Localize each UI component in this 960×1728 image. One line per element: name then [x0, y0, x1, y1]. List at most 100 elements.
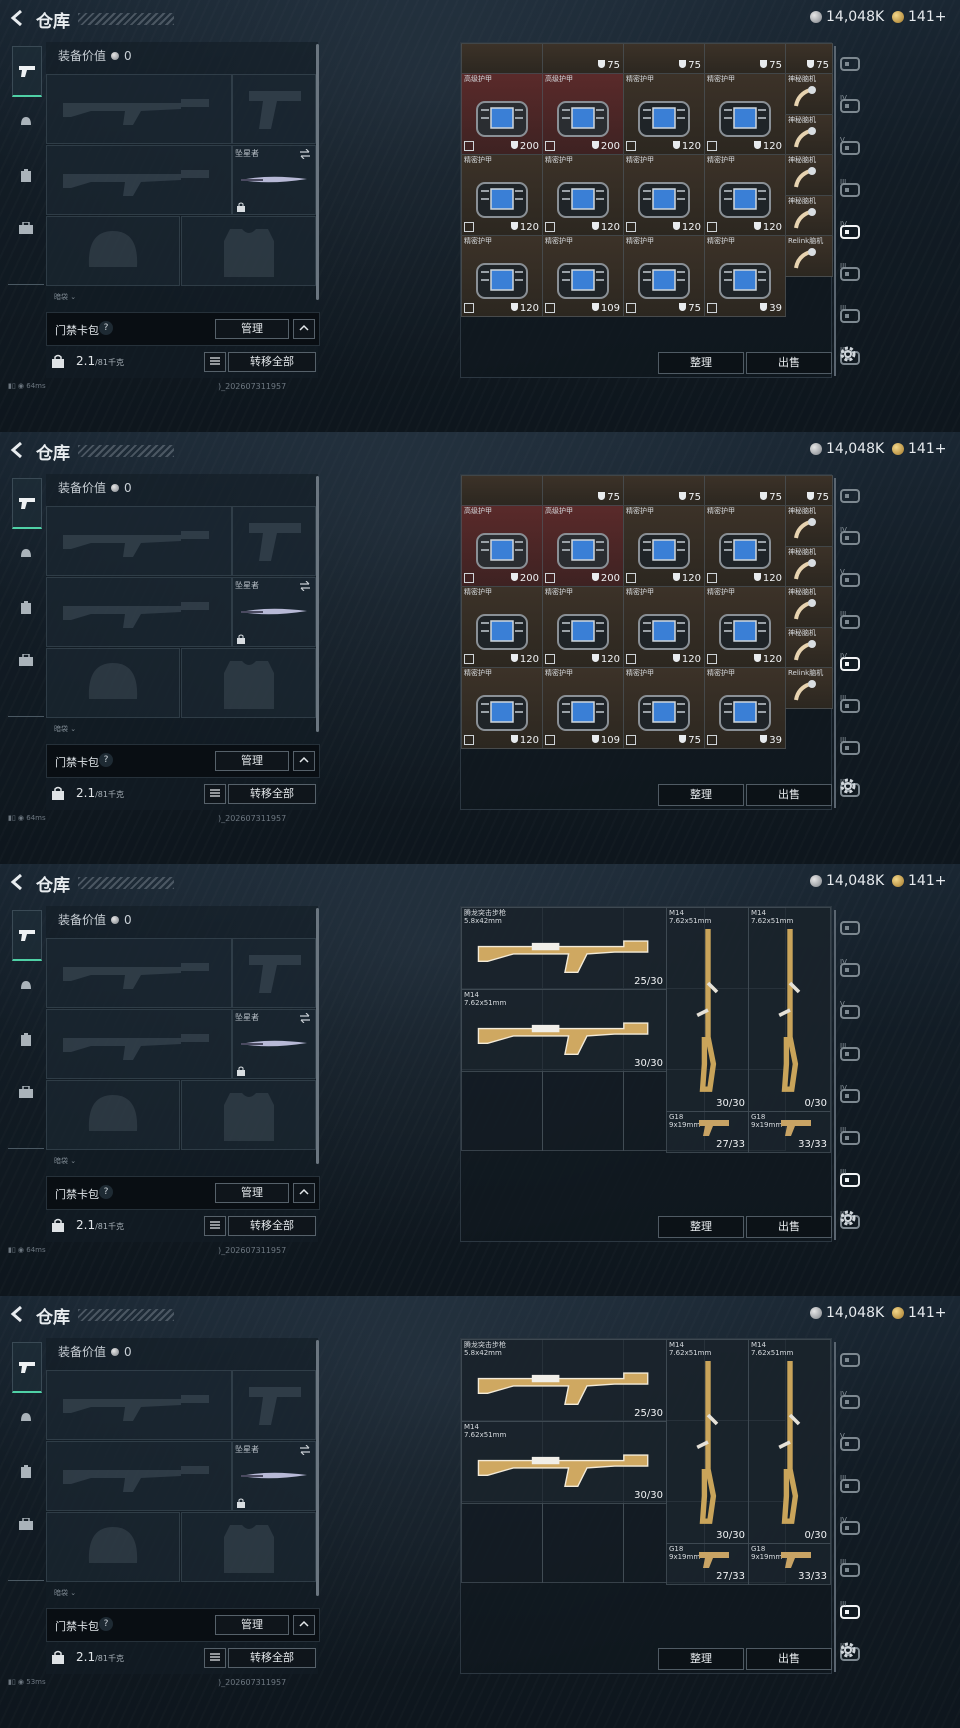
stash-tab-2[interactable]: IV [840, 1390, 860, 1412]
gear-icon[interactable] [838, 344, 858, 364]
armor-item[interactable]: 精密护甲 39 [704, 235, 786, 317]
brain-chip-item[interactable]: 神秘脑机 [785, 154, 833, 196]
nav-backpack[interactable] [12, 646, 40, 674]
weapon-item[interactable]: 腾龙突击步枪 5.8x42mm 25/30 [461, 907, 667, 990]
armor-item[interactable]: 精密护甲 120 [623, 73, 705, 155]
empty-stash-cell[interactable] [461, 1069, 543, 1151]
swap-icon[interactable] [299, 1013, 311, 1023]
brain-chip-item[interactable]: Relink脑机 [785, 235, 833, 277]
collapse-button[interactable] [293, 751, 315, 771]
stash-tab-7[interactable]: III [840, 1600, 860, 1622]
weapon-item[interactable]: G18 9x19mm 27/33 [666, 1111, 749, 1153]
stash-tab-1[interactable] [840, 918, 860, 938]
melee-slot[interactable]: 坠星者 [232, 577, 316, 647]
secondary-weapon-slot[interactable] [46, 1009, 232, 1079]
weapon-item[interactable]: G18 9x19mm 33/33 [748, 1543, 831, 1585]
list-view-button[interactable] [204, 1648, 226, 1668]
armor-item[interactable]: 高级护甲 200 [461, 505, 543, 587]
secondary-weapon-slot[interactable] [46, 145, 232, 215]
weapon-item[interactable]: G18 9x19mm 33/33 [748, 1111, 831, 1153]
armor-item[interactable]: 精密护甲 120 [542, 586, 624, 668]
stash-tab-2[interactable]: IV [840, 526, 860, 548]
collapse-button[interactable] [293, 1615, 315, 1635]
nav-helmet[interactable] [12, 540, 40, 568]
swap-icon[interactable] [299, 1445, 311, 1455]
brain-chip-item[interactable]: 神秘脑机 [785, 505, 833, 547]
nav-backpack[interactable] [12, 1510, 40, 1538]
stash-tab-3[interactable]: V [840, 1432, 860, 1454]
stash-tab-6[interactable]: III [840, 694, 860, 716]
back-arrow-icon[interactable] [8, 440, 28, 460]
armor-item[interactable]: 精密护甲 120 [461, 667, 543, 749]
melee-slot[interactable]: 坠星者 [232, 1009, 316, 1079]
transfer-all-button[interactable]: 转移全部 [228, 352, 316, 372]
manage-button[interactable]: 管理 [215, 1183, 289, 1203]
armor-item[interactable]: 精密护甲 109 [542, 235, 624, 317]
nav-helmet[interactable] [12, 1404, 40, 1432]
helmet-slot[interactable] [46, 216, 180, 286]
gear-icon[interactable] [838, 776, 858, 796]
stash-tab-1[interactable] [840, 486, 860, 506]
nav-weapons[interactable] [12, 1342, 42, 1393]
brain-chip-item[interactable]: 神秘脑机 [785, 195, 833, 236]
stash-tab-2[interactable]: IV [840, 958, 860, 980]
sell-button[interactable]: 出售 [746, 1216, 832, 1238]
armor-slot[interactable] [181, 1512, 316, 1582]
empty-stash-cell[interactable] [542, 1069, 624, 1151]
stash-cell[interactable]: 75 [785, 43, 833, 74]
gear-icon[interactable] [838, 1640, 858, 1660]
gear-icon[interactable] [838, 1208, 858, 1228]
armor-item[interactable]: 精密护甲 120 [623, 505, 705, 587]
equipment-scrollbar[interactable] [316, 1340, 319, 1596]
gold-currency[interactable]: 141+ [892, 873, 946, 889]
back-arrow-icon[interactable] [8, 8, 28, 28]
brain-chip-item[interactable]: 神秘脑机 [785, 114, 833, 155]
manage-button[interactable]: 管理 [215, 751, 289, 771]
armor-slot[interactable] [181, 648, 316, 718]
armor-item[interactable]: 精密护甲 120 [623, 586, 705, 668]
collapse-button[interactable] [293, 1183, 315, 1203]
secondary-weapon-slot[interactable] [46, 577, 232, 647]
stash-tab-1[interactable] [840, 1350, 860, 1370]
nav-helmet[interactable] [12, 108, 40, 136]
brain-chip-item[interactable]: 神秘脑机 [785, 73, 833, 115]
helmet-slot[interactable] [46, 1512, 180, 1582]
stash-tab-7[interactable]: III [840, 736, 860, 758]
primary-weapon-slot[interactable] [46, 506, 232, 576]
armor-item[interactable]: 精密护甲 120 [623, 154, 705, 236]
armor-item[interactable]: 精密护甲 75 [623, 667, 705, 749]
stash-tab-5[interactable]: IV [840, 652, 860, 674]
swap-icon[interactable] [299, 581, 311, 591]
sort-button[interactable]: 整理 [658, 1216, 744, 1238]
stash-tab-7[interactable]: III [840, 304, 860, 326]
collapse-button[interactable] [293, 319, 315, 339]
nav-armor[interactable] [12, 594, 40, 622]
armor-item[interactable]: 精密护甲 39 [704, 667, 786, 749]
armor-item[interactable]: 精密护甲 120 [461, 235, 543, 317]
armor-item[interactable]: 精密护甲 120 [461, 154, 543, 236]
stash-tab-7[interactable]: III [840, 1168, 860, 1190]
armor-slot[interactable] [181, 1080, 316, 1150]
list-view-button[interactable] [204, 1216, 226, 1236]
back-arrow-icon[interactable] [8, 872, 28, 892]
stash-cell[interactable]: 75 [704, 43, 786, 74]
transfer-all-button[interactable]: 转移全部 [228, 784, 316, 804]
brain-chip-item[interactable]: 神秘脑机 [785, 546, 833, 587]
stash-tab-6[interactable]: III [840, 1126, 860, 1148]
sell-button[interactable]: 出售 [746, 1648, 832, 1670]
list-view-button[interactable] [204, 784, 226, 804]
stash-tab-5[interactable]: IV [840, 220, 860, 242]
gold-currency[interactable]: 141+ [892, 441, 946, 457]
stash-cell[interactable]: 75 [623, 475, 705, 506]
weapon-item[interactable]: M14 7.62x51mm 30/30 [666, 1339, 749, 1544]
armor-item[interactable]: 高级护甲 200 [461, 73, 543, 155]
brain-chip-item[interactable]: 神秘脑机 [785, 586, 833, 628]
stash-tab-4[interactable]: III [840, 178, 860, 200]
primary-weapon-slot[interactable] [46, 74, 232, 144]
nav-weapons[interactable] [12, 46, 42, 97]
nav-weapons[interactable] [12, 478, 42, 529]
stash-tab-3[interactable]: V [840, 136, 860, 158]
swap-icon[interactable] [299, 149, 311, 159]
stash-tab-4[interactable]: III [840, 610, 860, 632]
transfer-all-button[interactable]: 转移全部 [228, 1648, 316, 1668]
